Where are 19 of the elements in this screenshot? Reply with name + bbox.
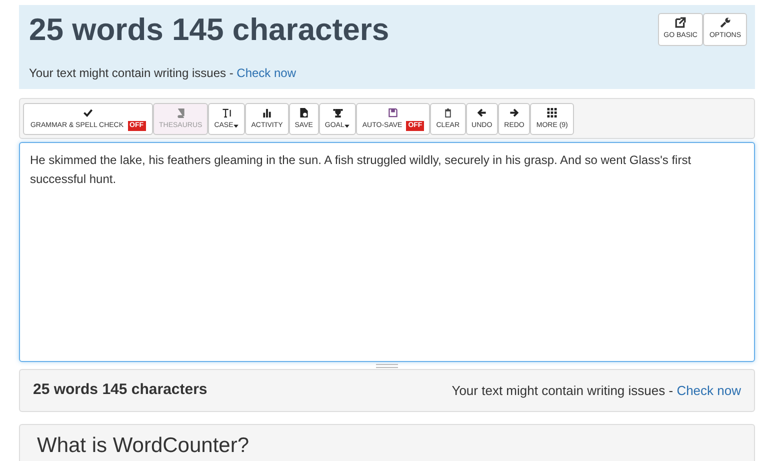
check-now-link[interactable]: Check now <box>236 66 296 80</box>
document-icon <box>298 108 309 118</box>
text-editor[interactable]: He skimmed the lake, his feathers gleaming in the sun. A fish struggled wildly, securely in his grasp. And so went Glass's first successful hunt. <box>19 142 755 362</box>
check-icon <box>83 108 93 118</box>
notice-text: Your text might contain writing issues - <box>29 66 234 80</box>
resize-handle[interactable] <box>376 364 398 368</box>
section-heading: What is WordCounter? <box>37 432 250 458</box>
grid-icon <box>547 108 558 118</box>
page-title: 25 words 145 characters <box>29 13 390 48</box>
arrow-left-icon <box>476 108 487 118</box>
arrow-right-icon <box>509 108 520 118</box>
notice-text: Your text might contain writing issues - <box>452 382 674 398</box>
bar-chart-icon <box>262 108 272 118</box>
check-now-link[interactable]: Check now <box>676 382 741 398</box>
external-link-icon <box>675 17 686 28</box>
trash-icon <box>442 108 453 118</box>
word-count: 25 words 145 characters <box>33 380 208 400</box>
trophy-icon <box>332 108 343 118</box>
text-size-icon <box>222 108 232 118</box>
